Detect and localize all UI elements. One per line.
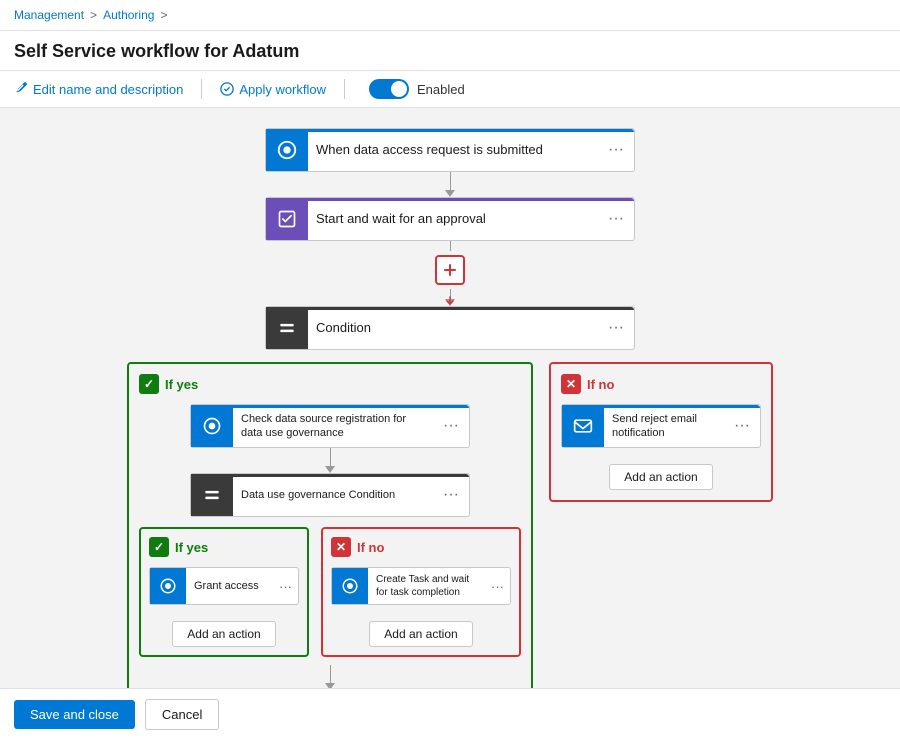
check-datasource-menu[interactable]: ··· [433,417,469,435]
reject-icon [562,405,604,447]
apply-workflow-label: Apply workflow [239,82,326,97]
arrow3 [325,448,335,473]
add-step-button[interactable] [435,255,465,285]
create-task-icon [332,568,368,604]
governance-condition-label: Data use governance Condition [233,488,433,502]
apply-workflow-button[interactable]: Apply workflow [220,82,326,97]
step1-icon [266,129,308,171]
inner-ifno-label: If no [357,540,384,555]
grant-label: Grant access [186,579,273,593]
step-reject: Send reject email notification ··· [561,404,761,448]
add-action-outer-no[interactable]: Add an action [609,464,712,490]
step2-icon [266,198,308,240]
enabled-toggle[interactable] [369,79,409,99]
step1-menu[interactable]: ··· [598,141,634,159]
breadcrumb-management[interactable]: Management [14,8,84,22]
outer-ifno-branch: ✕ If no Send reject email notification ·… [549,362,773,502]
check-datasource-label: Check data source registration for data … [233,412,433,441]
toolbar-divider2 [344,79,345,99]
toggle-label: Enabled [417,82,465,97]
enabled-toggle-wrap: Enabled [369,79,465,99]
step-check-datasource: Check data source registration for data … [190,404,470,448]
inner-ifyes-icon: ✓ [149,537,169,557]
ifno-outer-label: If no [587,377,614,392]
ifno-x-icon: ✕ [561,374,581,394]
edit-name-button[interactable]: Edit name and description [14,82,183,97]
condition-label: Condition [308,320,598,337]
step2-menu[interactable]: ··· [598,210,634,228]
branches-row: ✓ If yes Check data source registration … [20,362,880,688]
outer-ifyes-branch: ✓ If yes Check data source registration … [127,362,533,688]
step-condition: Condition ··· [265,306,635,350]
inner-ifyes-branch: ✓ If yes Grant access ··· [139,527,309,657]
step2-label: Start and wait for an approval [308,211,598,228]
inner-ifyes-label: If yes [175,540,208,555]
condition-menu[interactable]: ··· [598,319,634,337]
arrow2 [435,241,465,306]
step-when-submitted: When data access request is submitted ··… [265,128,635,172]
create-task-label: Create Task and wait for task completion [368,573,485,599]
toolbar-divider [201,79,202,99]
edit-name-label: Edit name and description [33,82,183,97]
arrow4 [325,665,335,688]
step1-label: When data access request is submitted [308,142,598,159]
governance-condition-menu[interactable]: ··· [433,486,469,504]
grant-menu[interactable]: ··· [273,579,298,594]
create-task-menu[interactable]: ··· [485,579,510,594]
inner-ifno-branch: ✕ If no Create Task and wait for task co… [321,527,521,657]
add-action-inner-yes[interactable]: Add an action [172,621,275,647]
footer: Save and close Cancel [0,688,900,740]
add-action-inner-no[interactable]: Add an action [369,621,472,647]
step-grant-access: Grant access ··· [149,567,299,605]
page-title: Self Service workflow for Adatum [0,31,900,71]
ifyes-outer-label: If yes [165,377,198,392]
step-approval: Start and wait for an approval ··· [265,197,635,241]
breadcrumb-authoring[interactable]: Authoring [103,8,154,22]
toolbar: Edit name and description Apply workflow… [0,71,900,108]
save-and-close-button[interactable]: Save and close [14,700,135,729]
check-icon-step [191,405,233,447]
sub-branches: ✓ If yes Grant access ··· [139,527,521,657]
ifyes-check-icon: ✓ [139,374,159,394]
main-flow: When data access request is submitted ··… [20,128,880,688]
breadcrumb: Management > Authoring > [0,0,900,31]
grant-icon [150,568,186,604]
arrow1 [445,172,455,197]
workflow-canvas: When data access request is submitted ··… [0,108,900,688]
governance-icon [191,474,233,516]
reject-menu[interactable]: ··· [724,417,760,435]
inner-ifno-icon: ✕ [331,537,351,557]
reject-label: Send reject email notification [604,412,724,441]
cancel-button[interactable]: Cancel [145,699,219,730]
step-governance-condition: Data use governance Condition ··· [190,473,470,517]
condition-icon [266,307,308,349]
step-create-task: Create Task and wait for task completion… [331,567,511,605]
